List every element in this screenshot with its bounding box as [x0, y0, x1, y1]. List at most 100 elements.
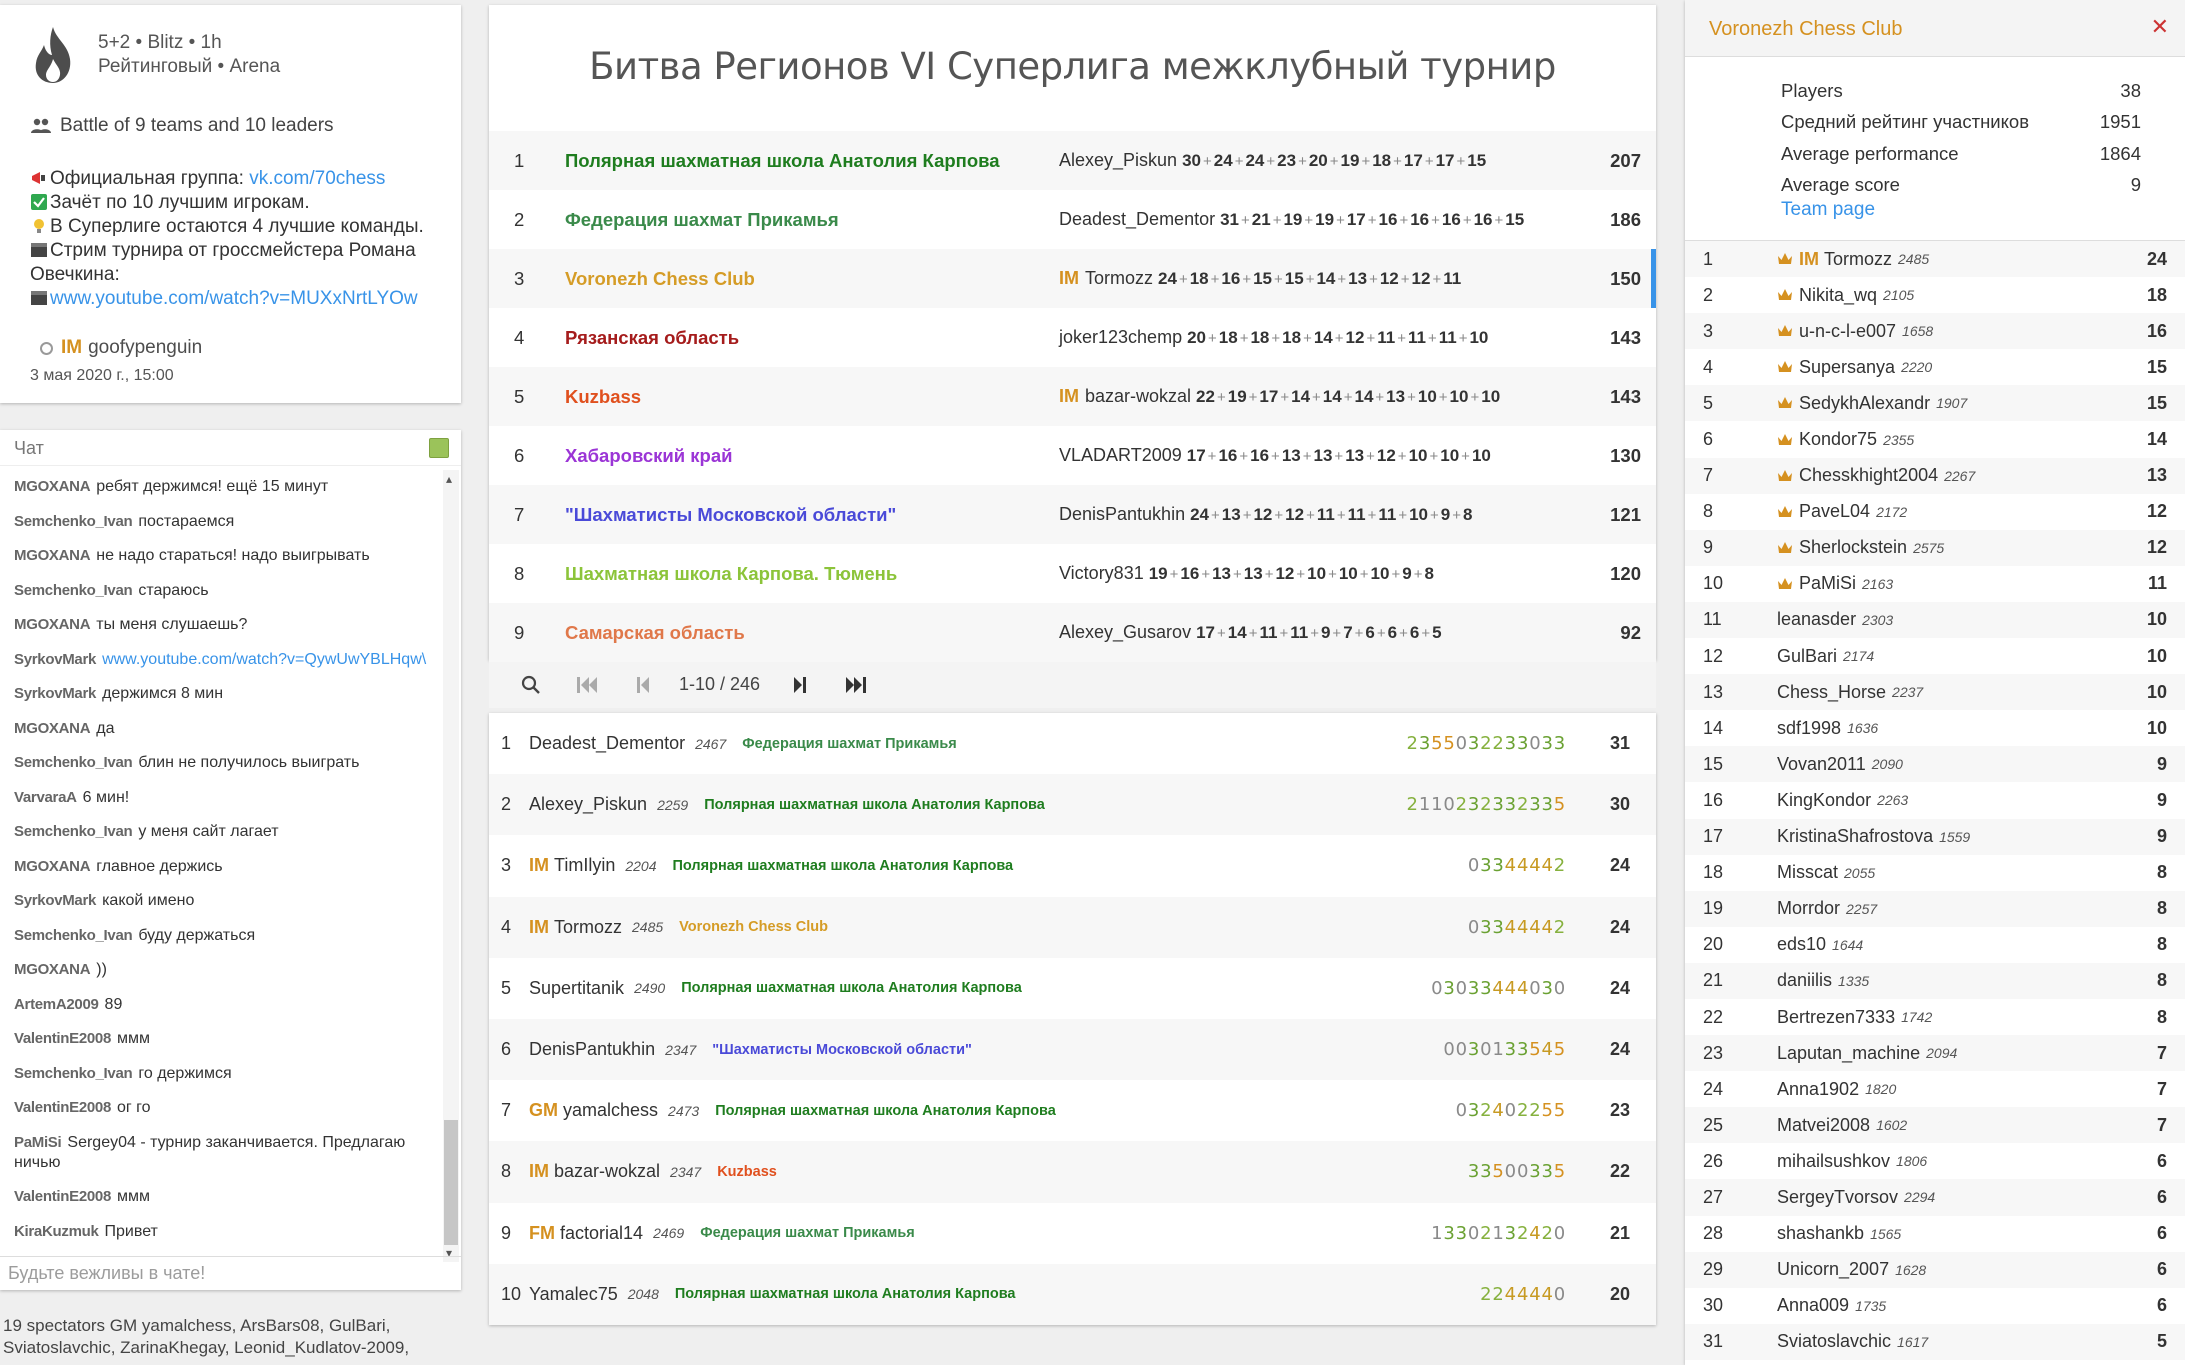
chat-toggle[interactable]: [429, 438, 449, 458]
member-name[interactable]: u-n-c-l-e007: [1799, 321, 1896, 342]
team-row[interactable]: 5 Kuzbass IM bazar-wokzal 22 +19 +17 +14 +14 +14…: [489, 367, 1656, 426]
member-name[interactable]: Morrdor: [1777, 898, 1840, 919]
player-row[interactable]: 10 Yamalec75 2048 Полярная шахматная школа …: [489, 1263, 1656, 1325]
chat-username[interactable]: Semchenko_Ivan: [14, 1065, 133, 1082]
member-name[interactable]: Unicorn_2007: [1777, 1259, 1889, 1280]
team-member-row[interactable]: 2 Nikita_wq 2105 18: [1685, 277, 2185, 313]
player-name[interactable]: Yamalec75: [529, 1284, 618, 1305]
chat-username[interactable]: MGOXANA: [14, 478, 91, 495]
player-username[interactable]: yamalchess: [563, 1100, 658, 1120]
chat-username[interactable]: ValentinE2008: [14, 1030, 111, 1047]
member-name[interactable]: KristinaShafrostova: [1777, 826, 1933, 847]
member-name[interactable]: mihailsushkov: [1777, 1151, 1890, 1172]
chat-username[interactable]: Semchenko_Ivan: [14, 582, 133, 599]
player-username[interactable]: bazar-wokzal: [554, 1161, 660, 1181]
player-row[interactable]: 7 GM yamalchess 2473 Полярная шахматная школ…: [489, 1080, 1656, 1141]
scroll-up-icon[interactable]: ▴: [446, 473, 456, 485]
leader-name[interactable]: Alexey_Piskun: [1059, 150, 1182, 170]
player-row[interactable]: 4 IM Tormozz 2485 Voronezh Chess Club 0334444…: [489, 896, 1656, 958]
chat-username[interactable]: ArtemA2009: [14, 996, 99, 1013]
player-row[interactable]: 1 Deadest_Dementor 2467 Федерация шахмат Пр…: [489, 713, 1656, 774]
team-member-row[interactable]: 31 Sviatoslavchic 1617 5: [1685, 1323, 2185, 1360]
team-member-row[interactable]: 4 Supersanya 2220 15: [1685, 349, 2185, 385]
chat-link[interactable]: www.youtube.com/watch?v=QywUwYBLHqw\: [102, 651, 426, 668]
team-member-row[interactable]: 30 Anna009 1735 6: [1685, 1288, 2185, 1324]
team-member-row[interactable]: 28 shashankb 1565 6: [1685, 1216, 2185, 1252]
player-row[interactable]: 9 FM factorial14 2469 Федерация шахмат Прика…: [489, 1203, 1656, 1264]
team-member-row[interactable]: 19 Morrdor 2257 8: [1685, 890, 2185, 927]
member-name[interactable]: Nikita_wq: [1799, 285, 1877, 306]
member-name[interactable]: eds10: [1777, 934, 1826, 955]
leader-name[interactable]: DenisPantukhin: [1059, 504, 1190, 524]
team-name-link[interactable]: Самарская область: [565, 622, 1059, 644]
leader-name[interactable]: Tormozz: [1085, 268, 1158, 288]
team-member-row[interactable]: 6 Kondor75 2355 14: [1685, 421, 2185, 457]
team-row[interactable]: 1 Полярная шахматная школа Анатолия Карпо…: [489, 131, 1656, 190]
chat-username[interactable]: KiraKuzmuk: [14, 1223, 99, 1240]
player-team[interactable]: "Шахматисты Московской области": [712, 1042, 972, 1058]
team-name-link[interactable]: "Шахматисты Московской области": [565, 504, 1059, 526]
player-team[interactable]: Полярная шахматная школа Анатолия Карпов…: [673, 858, 1014, 874]
player-name[interactable]: DenisPantukhin: [529, 1039, 655, 1060]
team-member-row[interactable]: 13 Chess_Horse 2237 10: [1685, 674, 2185, 711]
first-page-button[interactable]: [559, 676, 615, 694]
player-team[interactable]: Полярная шахматная школа Анатолия Карпов…: [681, 980, 1022, 996]
team-name-link[interactable]: Хабаровский край: [565, 445, 1059, 467]
team-member-row[interactable]: 22 Bertrezen7333 1742 8: [1685, 999, 2185, 1035]
player-name[interactable]: IM TimIlyin: [529, 855, 615, 876]
team-name-link[interactable]: Voronezh Chess Club: [565, 268, 1059, 290]
member-name[interactable]: Anna009: [1777, 1295, 1849, 1316]
team-member-row[interactable]: 27 SergeyTvorsov 2294 6: [1685, 1179, 2185, 1216]
youtube-stream-link[interactable]: www.youtube.com/watch?v=MUXxNrtLYOw: [50, 288, 418, 309]
team-member-row[interactable]: 5 SedykhAlexandr 1907 15: [1685, 385, 2185, 422]
next-page-button[interactable]: [772, 676, 828, 694]
player-team[interactable]: Полярная шахматная школа Анатолия Карпов…: [715, 1103, 1056, 1119]
member-name[interactable]: GulBari: [1777, 646, 1837, 667]
player-row[interactable]: 3 IM TimIlyin 2204 Полярная шахматная школа …: [489, 835, 1656, 896]
player-name[interactable]: IM bazar-wokzal: [529, 1161, 660, 1182]
member-name[interactable]: Chesskhight2004: [1799, 465, 1938, 486]
member-name[interactable]: PaMiSi: [1799, 573, 1856, 594]
member-name[interactable]: SedykhAlexandr: [1799, 393, 1930, 414]
team-member-row[interactable]: 32alvikis16485: [1685, 1360, 2185, 1365]
member-name[interactable]: KingKondor: [1777, 790, 1871, 811]
team-name-link[interactable]: Kuzbass: [565, 386, 1059, 408]
chat-input[interactable]: Будьте вежливы в чате!: [0, 1256, 461, 1290]
last-page-button[interactable]: [828, 676, 884, 694]
player-row[interactable]: 6 DenisPantukhin 2347 "Шахматисты Московско…: [489, 1018, 1656, 1081]
player-name[interactable]: GM yamalchess: [529, 1100, 658, 1121]
player-name[interactable]: Deadest_Dementor: [529, 733, 685, 754]
player-row[interactable]: 5 Supertitanik 2490 Полярная шахматная школ…: [489, 958, 1656, 1019]
member-name[interactable]: Bertrezen7333: [1777, 1007, 1895, 1028]
team-member-row[interactable]: 16 KingKondor 2263 9: [1685, 782, 2185, 818]
team-member-row[interactable]: 12 GulBari 2174 10: [1685, 638, 2185, 674]
team-member-row[interactable]: 7 Chesskhight2004 2267 13: [1685, 457, 2185, 494]
member-name[interactable]: Sherlockstein: [1799, 537, 1907, 558]
team-member-row[interactable]: 14 sdf1998 1636 10: [1685, 710, 2185, 746]
member-name[interactable]: PaveL04: [1799, 501, 1870, 522]
member-name[interactable]: sdf1998: [1777, 718, 1841, 739]
chat-username[interactable]: Semchenko_Ivan: [14, 754, 133, 771]
leader-name[interactable]: joker123chemp: [1059, 327, 1187, 347]
player-name[interactable]: IM Tormozz: [529, 917, 622, 938]
chat-username[interactable]: SyrkovMark: [14, 651, 96, 668]
player-username[interactable]: Yamalec75: [529, 1284, 618, 1304]
search-button[interactable]: [503, 675, 559, 695]
team-member-row[interactable]: 17 KristinaShafrostova 1559 9: [1685, 818, 2185, 855]
member-name[interactable]: Misscat: [1777, 862, 1838, 883]
team-member-row[interactable]: 11 leanasder 2303 10: [1685, 601, 2185, 639]
team-member-row[interactable]: 9 Sherlockstein 2575 12: [1685, 529, 2185, 566]
member-name[interactable]: Matvei2008: [1777, 1115, 1870, 1136]
team-member-row[interactable]: 24 Anna1902 1820 7: [1685, 1071, 2185, 1107]
member-name[interactable]: Kondor75: [1799, 429, 1877, 450]
member-name[interactable]: leanasder: [1777, 609, 1856, 630]
player-username[interactable]: Deadest_Dementor: [529, 733, 685, 753]
team-member-row[interactable]: 10 PaMiSi 2163 11: [1685, 566, 2185, 602]
chat-username[interactable]: PaMiSi: [14, 1134, 62, 1151]
team-member-row[interactable]: 18 Misscat 2055 8: [1685, 855, 2185, 891]
member-name[interactable]: daniilis: [1777, 970, 1832, 991]
team-member-row[interactable]: 21 daniilis 1335 8: [1685, 962, 2185, 999]
member-name[interactable]: Chess_Horse: [1777, 682, 1886, 703]
leader-name[interactable]: VLADART2009: [1059, 445, 1187, 465]
player-name[interactable]: FM factorial14: [529, 1223, 643, 1244]
